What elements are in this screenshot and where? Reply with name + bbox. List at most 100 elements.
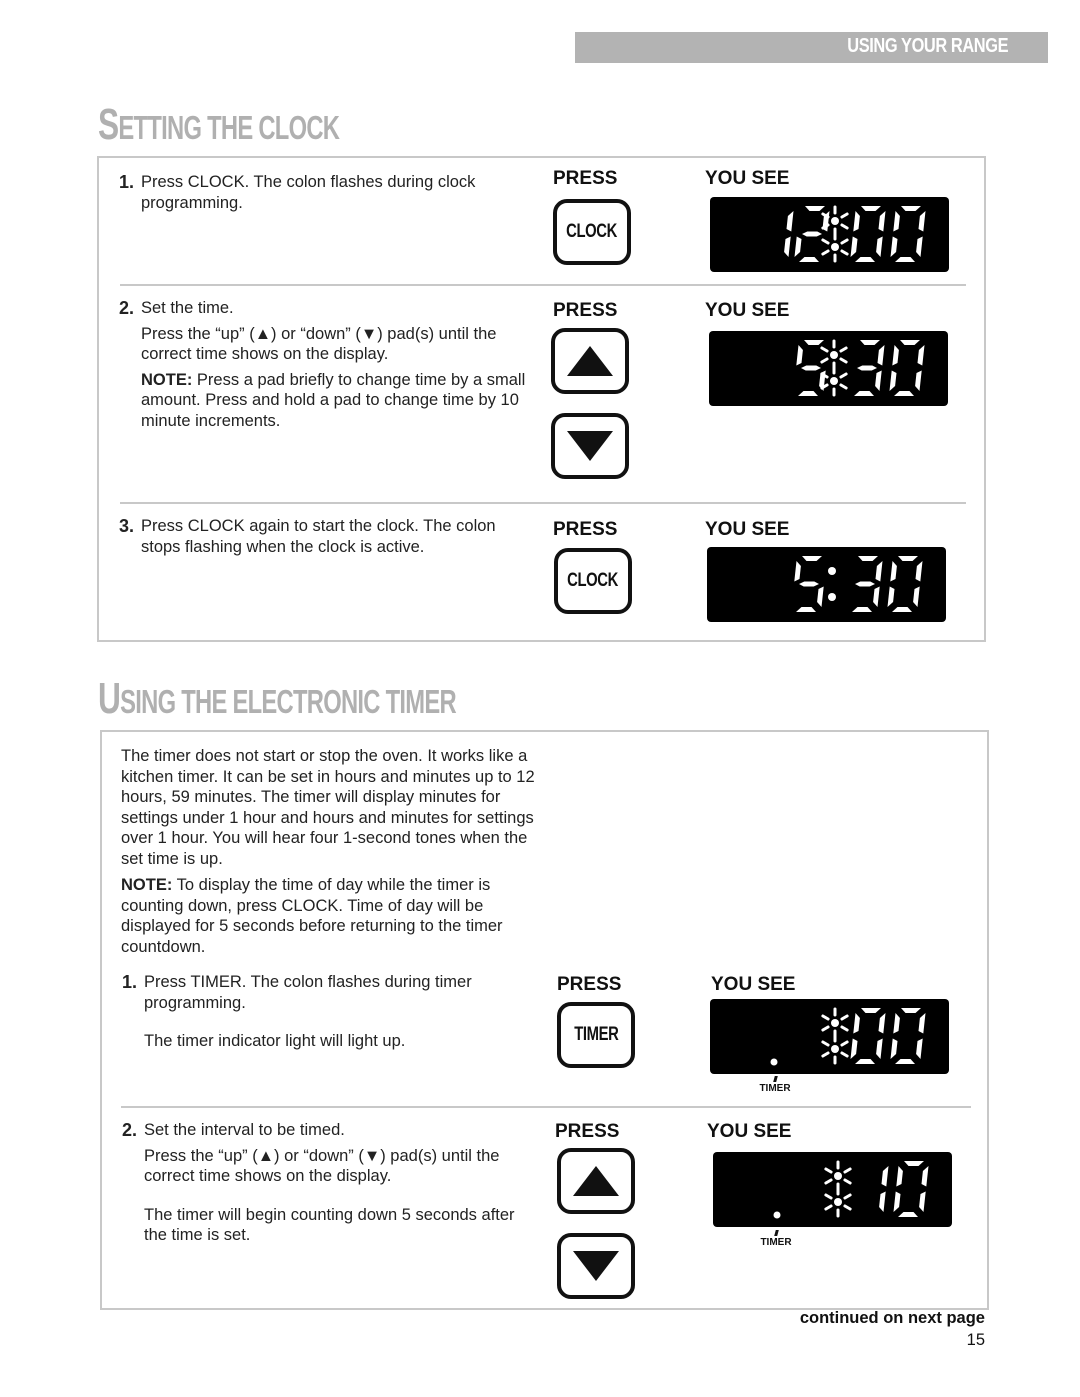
- lcd-segment-e: [794, 236, 802, 257]
- clock-pad-label: CLOCK: [567, 570, 619, 591]
- press-label: PRESS: [557, 974, 622, 995]
- clock-pad-label: CLOCK: [566, 221, 618, 242]
- step-number: 2.: [119, 298, 135, 318]
- step-divider: [120, 284, 966, 286]
- lcd-segment-b: [878, 1013, 886, 1034]
- lcd-segment-a: [861, 206, 881, 211]
- clock-pad[interactable]: CLOCK: [554, 548, 632, 614]
- lcd-segment-f: [796, 345, 803, 366]
- flash-ray: [824, 1204, 833, 1211]
- lcd-segment-c: [876, 236, 883, 257]
- electronic-timer-title: USING THE ELECTRONIC TIMER: [98, 674, 457, 724]
- lcd-segment-c: [915, 370, 922, 391]
- timer-note: NOTE: To display the time of day while t…: [121, 875, 541, 957]
- colon-dot: [834, 1198, 842, 1206]
- lcd-segment-a: [900, 340, 920, 345]
- timer-step-1: 1. Press TIMER. The colon flashes during…: [122, 972, 542, 1057]
- flash-ray: [821, 1014, 830, 1021]
- timer-indicator-dot: [770, 1058, 778, 1066]
- lcd-segment-c: [817, 586, 824, 607]
- lcd-segment-g: [802, 231, 822, 237]
- down-pad[interactable]: [557, 1233, 635, 1299]
- flash-ray: [843, 1167, 852, 1174]
- step-text: Press CLOCK. The colon flashes during cl…: [141, 173, 476, 212]
- lcd-segment-b: [915, 561, 923, 582]
- flash-ray: [840, 212, 849, 219]
- step-number: 1.: [122, 972, 138, 992]
- lcd-segment-b: [875, 561, 883, 582]
- note-label: NOTE:: [141, 370, 193, 389]
- step-note: NOTE: Press a pad briefly to change time…: [141, 370, 529, 432]
- flash-ray: [839, 372, 848, 379]
- lcd-segment-c: [873, 586, 880, 607]
- lcd-segment-a: [861, 1008, 881, 1013]
- timer-step-2: 2. Set the interval to be timed. Press t…: [122, 1120, 542, 1251]
- lcd-segment-a: [858, 556, 878, 561]
- flash-ray: [840, 223, 849, 230]
- flash-ray: [840, 1014, 849, 1021]
- flash-ray: [840, 1025, 849, 1032]
- down-arrow-icon: [573, 1251, 619, 1281]
- lcd-segment-e: [887, 586, 895, 607]
- clock-pad[interactable]: CLOCK: [553, 199, 631, 265]
- timer-instructions-panel: The timer does not start or stop the ove…: [100, 730, 989, 1310]
- timer-pad[interactable]: TIMER: [557, 1002, 635, 1068]
- lcd-segment-b: [918, 211, 926, 232]
- you-see-label: YOU SEE: [705, 168, 790, 189]
- timer-indicator: TIMER: [756, 1230, 796, 1248]
- lcd-segment-a: [805, 206, 825, 211]
- press-label: PRESS: [555, 1121, 620, 1142]
- flash-ray: [820, 346, 829, 353]
- press-label: PRESS: [553, 168, 618, 189]
- up-arrow-icon: [567, 346, 613, 376]
- lcd-segment-a: [898, 556, 918, 561]
- flash-ray: [840, 1051, 849, 1058]
- note-label: NOTE:: [121, 876, 173, 894]
- step-number: 1.: [119, 172, 135, 192]
- lcd-segment-e: [893, 1191, 901, 1212]
- title-initial: U: [98, 674, 121, 723]
- indicator-label: TIMER: [759, 1083, 791, 1094]
- lcd-segment-e: [850, 236, 858, 257]
- lcd-segment-c: [913, 586, 920, 607]
- lcd-segment-b: [881, 1166, 889, 1187]
- section-header-bar: USING YOUR RANGE: [575, 32, 1048, 63]
- lcd-segment-g: [857, 365, 877, 371]
- colon-dot: [834, 1172, 842, 1180]
- lcd-svg: [794, 556, 923, 612]
- lcd-segment-b: [917, 345, 925, 366]
- lcd-segment-e: [890, 1038, 898, 1059]
- lcd-segment-g: [801, 365, 821, 371]
- lcd-segment-d: [892, 607, 912, 612]
- lcd-segment-e: [890, 236, 898, 257]
- step-text: Set the time.: [141, 299, 234, 317]
- lcd-segment-b: [786, 211, 794, 232]
- lcd-segment-d: [796, 607, 816, 612]
- you-see-label: YOU SEE: [707, 1121, 792, 1142]
- lcd-segment-f: [896, 1166, 903, 1187]
- lcd-segment-f: [853, 211, 860, 232]
- up-pad[interactable]: [557, 1148, 635, 1214]
- page-number: 15: [966, 1331, 985, 1349]
- step-text: Press TIMER. The colon flashes during ti…: [144, 973, 472, 1012]
- step-text: Set the interval to be timed.: [144, 1121, 345, 1139]
- press-label: PRESS: [553, 519, 618, 540]
- down-arrow-icon: [567, 431, 613, 461]
- step-number: 2.: [122, 1120, 138, 1140]
- lcd-segment-d: [854, 391, 874, 396]
- flash-ray: [821, 1025, 830, 1032]
- flash-ray: [839, 357, 848, 364]
- lcd-svg: [796, 339, 925, 397]
- down-pad[interactable]: [551, 413, 629, 479]
- lcd-segment-f: [853, 1013, 860, 1034]
- colon-dot: [831, 1019, 839, 1027]
- lcd-segment-e: [889, 370, 897, 391]
- note-text: To display the time of day while the tim…: [121, 876, 503, 956]
- up-pad[interactable]: [551, 328, 629, 394]
- flash-ray: [843, 1204, 852, 1211]
- timer-indicator: TIMER: [755, 1076, 795, 1094]
- flash-ray: [840, 238, 849, 245]
- lcd-segment-a: [802, 556, 822, 561]
- lcd-segment-c: [919, 1191, 926, 1212]
- you-see-label: YOU SEE: [705, 300, 790, 321]
